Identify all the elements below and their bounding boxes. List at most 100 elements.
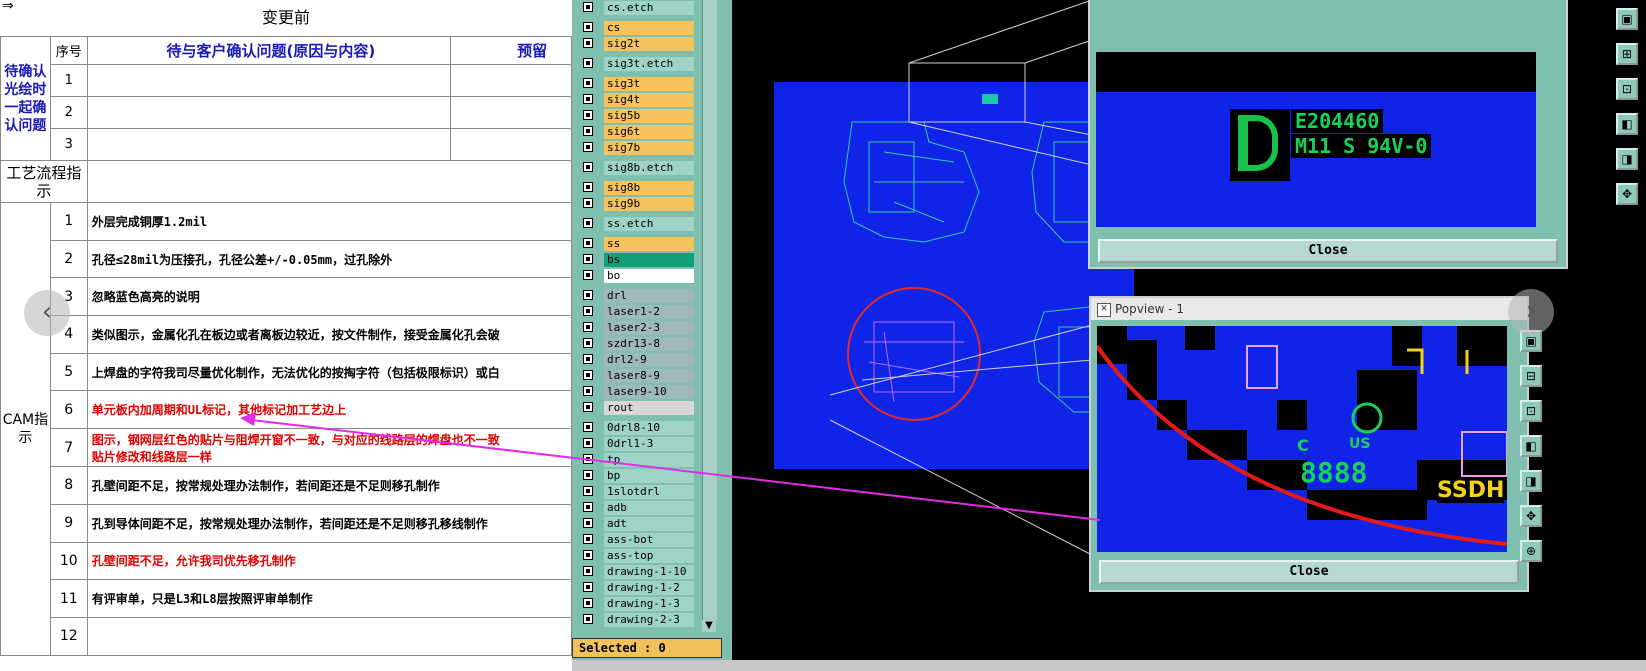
- layer-checkbox[interactable]: [583, 470, 593, 480]
- layer-checkbox[interactable]: [583, 58, 593, 68]
- layer-checkbox[interactable]: [583, 518, 593, 528]
- layer-item[interactable]: sig5b: [580, 108, 694, 124]
- issue-cell[interactable]: [86, 128, 452, 161]
- tool-fit-icon[interactable]: ⊡: [1616, 78, 1638, 100]
- layer-item[interactable]: ass-bot: [580, 532, 694, 548]
- layer-label[interactable]: sig9b: [604, 197, 694, 211]
- tool-prev-icon[interactable]: ◧: [1520, 435, 1542, 457]
- layer-item[interactable]: drawing-2-3: [580, 612, 694, 628]
- layer-label[interactable]: laser8-9: [604, 369, 694, 383]
- layer-item[interactable]: drawing-1-10: [580, 564, 694, 580]
- layer-checkbox[interactable]: [583, 454, 593, 464]
- layer-checkbox[interactable]: [583, 306, 593, 316]
- layer-label[interactable]: ass-top: [604, 549, 694, 563]
- layer-item[interactable]: sig6t: [580, 124, 694, 140]
- layer-label[interactable]: szdr13-8: [604, 337, 694, 351]
- layer-item[interactable]: sig3t.etch: [580, 56, 694, 72]
- layer-checkbox[interactable]: [583, 142, 593, 152]
- layer-label[interactable]: cs.etch: [604, 1, 694, 15]
- cam-instruction[interactable]: 有评审单，只是L3和L8层按照评审单制作: [86, 579, 572, 618]
- layer-checkbox[interactable]: [583, 502, 593, 512]
- layer-list-scrollbar[interactable]: [702, 0, 717, 620]
- cam-instruction[interactable]: 忽略蓝色高亮的说明: [86, 277, 572, 317]
- layer-item[interactable]: laser8-9: [580, 368, 694, 384]
- layer-item[interactable]: sig9b: [580, 196, 694, 212]
- tool-expand-icon[interactable]: ✥: [1616, 183, 1638, 205]
- tool-zoom-out-icon[interactable]: ⊟: [1520, 365, 1542, 387]
- layer-checkbox[interactable]: [583, 402, 593, 412]
- layer-checkbox[interactable]: [583, 94, 593, 104]
- layer-label[interactable]: drawing-1-2: [604, 581, 694, 595]
- layer-item[interactable]: laser2-3: [580, 320, 694, 336]
- layer-item[interactable]: drawing-1-2: [580, 580, 694, 596]
- popview-top-close-button[interactable]: Close: [1098, 239, 1558, 263]
- tool-pan-icon[interactable]: ⊞: [1616, 43, 1638, 65]
- layer-item[interactable]: 0drl1-3: [580, 436, 694, 452]
- layer-item[interactable]: laser1-2: [580, 304, 694, 320]
- layer-item[interactable]: cs: [580, 20, 694, 36]
- popview-bottom-canvas[interactable]: C US 8888 SSDH: [1097, 326, 1507, 552]
- popview-bottom-close-button[interactable]: Close: [1099, 560, 1519, 584]
- layer-checkbox[interactable]: [583, 582, 593, 592]
- layer-item[interactable]: laser9-10: [580, 384, 694, 400]
- popview-top-canvas[interactable]: E204460 M11 S 94V-0: [1096, 52, 1536, 227]
- layer-item[interactable]: ss: [580, 236, 694, 252]
- layer-label[interactable]: drl2-9: [604, 353, 694, 367]
- layer-label[interactable]: laser9-10: [604, 385, 694, 399]
- layer-label[interactable]: adt: [604, 517, 694, 531]
- layer-label[interactable]: drawing-1-3: [604, 597, 694, 611]
- layer-item[interactable]: drl2-9: [580, 352, 694, 368]
- layer-checkbox[interactable]: [583, 438, 593, 448]
- layer-label[interactable]: drl: [604, 289, 694, 303]
- cam-instruction[interactable]: 孔到导体间距不足，按常规处理办法制作，若间距还是不足则移孔移线制作: [86, 503, 572, 543]
- cam-instruction[interactable]: 孔壁间距不足，允许我司优先移孔制作: [86, 541, 572, 581]
- layer-label[interactable]: sig7b: [604, 141, 694, 155]
- tool-fit-icon[interactable]: ⊡: [1520, 400, 1542, 422]
- layer-checkbox[interactable]: [583, 534, 593, 544]
- cam-viewer[interactable]: E204460 M11 S 94V-0 Close ▣ ⊞ ⊡ ◧ ◨ ✥ ✕ …: [732, 0, 1646, 660]
- layer-label[interactable]: 0drl1-3: [604, 437, 694, 451]
- layer-label[interactable]: sig4t: [604, 93, 694, 107]
- layer-checkbox[interactable]: [583, 566, 593, 576]
- layer-label[interactable]: sig8b: [604, 181, 694, 195]
- issue-cell[interactable]: [86, 96, 452, 129]
- layer-checkbox[interactable]: [583, 78, 593, 88]
- layer-checkbox[interactable]: [583, 550, 593, 560]
- layer-label[interactable]: sig6t: [604, 125, 694, 139]
- cam-instruction[interactable]: 单元板内加周期和UL标记，其他标记加工艺边上: [86, 390, 572, 430]
- layer-label[interactable]: cs: [604, 21, 694, 35]
- tool-prev-icon[interactable]: ◧: [1616, 113, 1638, 135]
- layer-checkbox[interactable]: [583, 598, 593, 608]
- layer-label[interactable]: sig8b.etch: [604, 161, 694, 175]
- layer-checkbox[interactable]: [583, 182, 593, 192]
- layer-item[interactable]: sig8b.etch: [580, 160, 694, 176]
- layer-checkbox[interactable]: [583, 338, 593, 348]
- layer-label[interactable]: laser1-2: [604, 305, 694, 319]
- layer-label[interactable]: sig2t: [604, 37, 694, 51]
- layer-checkbox[interactable]: [583, 38, 593, 48]
- layer-item[interactable]: ass-top: [580, 548, 694, 564]
- layer-item[interactable]: sig8b: [580, 180, 694, 196]
- layer-label[interactable]: ss.etch: [604, 217, 694, 231]
- layer-label[interactable]: laser2-3: [604, 321, 694, 335]
- popview-bottom-titlebar[interactable]: ✕ Popview - 1: [1091, 298, 1527, 320]
- next-page-button[interactable]: ›: [1508, 289, 1554, 335]
- layer-label[interactable]: rout: [604, 401, 694, 415]
- cam-instruction[interactable]: 外层完成铜厚1.2mil: [86, 202, 572, 241]
- layer-label[interactable]: 0drl8-10: [604, 421, 694, 435]
- layer-item[interactable]: 1slotdrl: [580, 484, 694, 500]
- layer-item[interactable]: sig2t: [580, 36, 694, 52]
- layer-label[interactable]: 1slotdrl: [604, 485, 694, 499]
- layer-item[interactable]: bs: [580, 252, 694, 268]
- layer-item[interactable]: ss.etch: [580, 216, 694, 232]
- layer-label[interactable]: tp: [604, 453, 694, 467]
- reserved-cell[interactable]: [450, 128, 572, 161]
- layer-checkbox[interactable]: [583, 254, 593, 264]
- layer-item[interactable]: 0drl8-10: [580, 420, 694, 436]
- layer-checkbox[interactable]: [583, 238, 593, 248]
- layer-checkbox[interactable]: [583, 322, 593, 332]
- scroll-down-icon[interactable]: ▼: [702, 620, 716, 632]
- layer-checkbox[interactable]: [583, 270, 593, 280]
- cam-instruction[interactable]: 孔径≤28mil为压接孔，孔径公差+/-0.05mm，过孔除外: [86, 239, 572, 279]
- layer-label[interactable]: ss: [604, 237, 694, 251]
